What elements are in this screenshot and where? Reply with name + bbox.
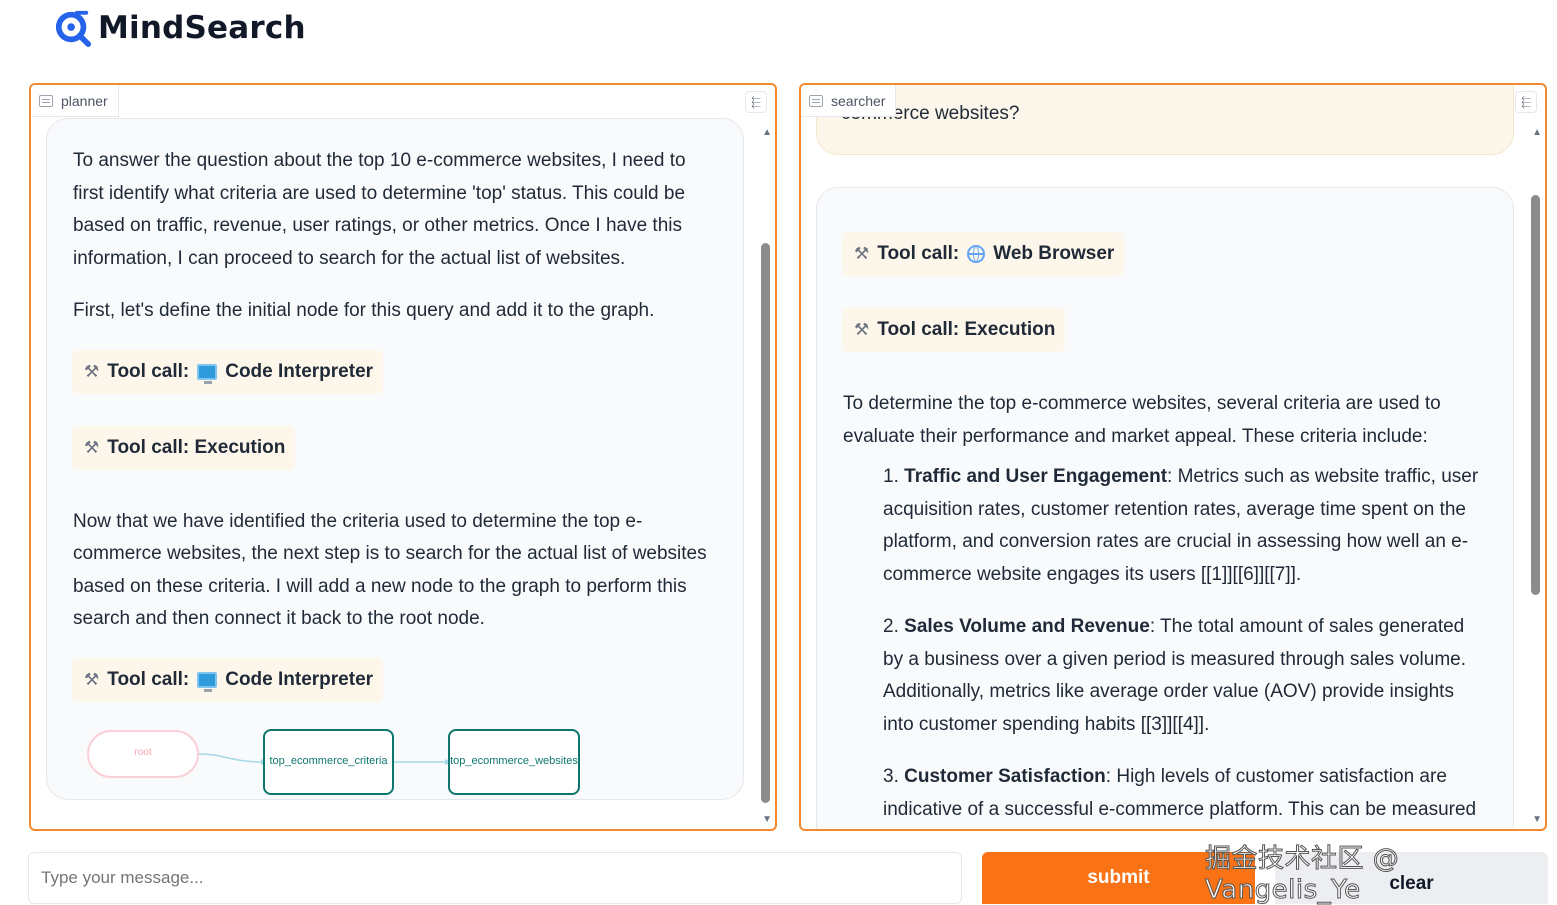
scroll-up-arrow[interactable]: ▲ <box>762 127 772 138</box>
list-item-number: 3. <box>883 766 899 787</box>
search-graph: root top_ecommerce_criteria top_ecommerc… <box>73 724 593 800</box>
criteria-list: 1. Traffic and User Engagement: Metrics … <box>843 461 1489 829</box>
scroll-up-arrow[interactable]: ▲ <box>1532 127 1542 138</box>
globe-icon <box>967 245 986 263</box>
list-item: 3. Customer Satisfaction: High levels of… <box>883 761 1489 829</box>
tool-call-prefix: Tool call: Execution <box>877 319 1056 340</box>
tool-call-name: Code Interpreter <box>225 360 374 382</box>
tool-call-badge: ⚒ Tool call: Web Browser <box>842 232 1125 276</box>
scrollbar-thumb[interactable] <box>761 243 770 803</box>
tool-call-badge: ⚒ Tool call: Code Interpreter <box>72 657 384 702</box>
tools-icon: ⚒ <box>84 361 100 381</box>
tool-call-badge: ⚒ Tool call: Execution <box>72 425 296 470</box>
scrollbar-thumb[interactable] <box>1531 195 1540 595</box>
searcher-message: ⚒ Tool call: Web Browser ⚒ Tool call: Ex… <box>816 187 1514 829</box>
tool-call-prefix: Tool call: <box>107 360 190 382</box>
scroll-down-arrow[interactable]: ▼ <box>762 814 772 825</box>
planner-message: To answer the question about the top 10 … <box>46 118 744 800</box>
planner-paragraph: First, let's define the initial node for… <box>73 300 655 321</box>
list-item: 2. Sales Volume and Revenue: The total a… <box>883 611 1489 741</box>
tools-icon: ⚒ <box>84 437 100 457</box>
app-logo: MindSearch <box>54 8 306 48</box>
graph-node-root[interactable]: root <box>87 729 199 778</box>
tool-call-name: Code Interpreter <box>225 668 374 690</box>
scroll-down-arrow[interactable]: ▼ <box>1532 814 1542 825</box>
share-icon: ⬱ <box>751 94 761 109</box>
tool-call-badge: ⚒ Tool call: Code Interpreter <box>72 349 384 394</box>
tool-call-name: Web Browser <box>993 243 1115 264</box>
searcher-panel: searcher ⬱ commerce websites? ⚒ Tool cal… <box>799 83 1547 831</box>
monitor-icon <box>197 363 218 384</box>
list-item-title: Customer Satisfaction <box>904 766 1106 787</box>
tool-call-prefix: Tool call: <box>877 243 960 264</box>
share-icon: ⬱ <box>1521 94 1531 109</box>
searcher-tab-label: searcher <box>831 92 886 109</box>
tool-call-prefix: Tool call: <box>107 668 190 690</box>
planner-tab-label: planner <box>61 92 108 109</box>
list-item: 1. Traffic and User Engagement: Metrics … <box>883 461 1489 591</box>
user-message: commerce websites? <box>816 85 1514 155</box>
graph-node-criteria[interactable]: top_ecommerce_criteria <box>263 728 394 795</box>
planner-paragraph: Now that we have identified the criteria… <box>73 510 707 630</box>
chat-icon <box>809 94 823 107</box>
tool-call-badge: ⚒ Tool call: Execution <box>842 308 1066 352</box>
app-title: MindSearch <box>98 10 306 46</box>
searcher-tab[interactable]: searcher <box>801 85 897 117</box>
message-input[interactable] <box>28 852 962 904</box>
share-button[interactable]: ⬱ <box>1515 91 1537 113</box>
monitor-icon <box>197 671 218 692</box>
list-item-number: 1. <box>883 466 899 487</box>
tool-call-prefix: Tool call: Execution <box>107 436 286 458</box>
list-item-title: Sales Volume and Revenue <box>904 616 1150 637</box>
planner-panel: planner ⬱ To answer the question about t… <box>29 83 777 831</box>
watermark: 掘金技术社区 @ Vangelis_Ye <box>1205 844 1400 905</box>
graph-node-websites[interactable]: top_ecommerce_websites <box>448 728 580 795</box>
tools-icon: ⚒ <box>854 320 870 339</box>
planner-tab[interactable]: planner <box>31 85 119 117</box>
chat-icon <box>39 94 53 107</box>
mindsearch-logo-icon <box>55 10 92 47</box>
tools-icon: ⚒ <box>84 669 100 689</box>
share-button[interactable]: ⬱ <box>745 91 767 113</box>
list-item-title: Traffic and User Engagement <box>904 466 1168 487</box>
searcher-intro: To determine the top e-commerce websites… <box>843 393 1441 447</box>
list-item-number: 2. <box>883 616 899 637</box>
planner-paragraph: To answer the question about the top 10 … <box>73 150 686 269</box>
tools-icon: ⚒ <box>854 244 870 263</box>
